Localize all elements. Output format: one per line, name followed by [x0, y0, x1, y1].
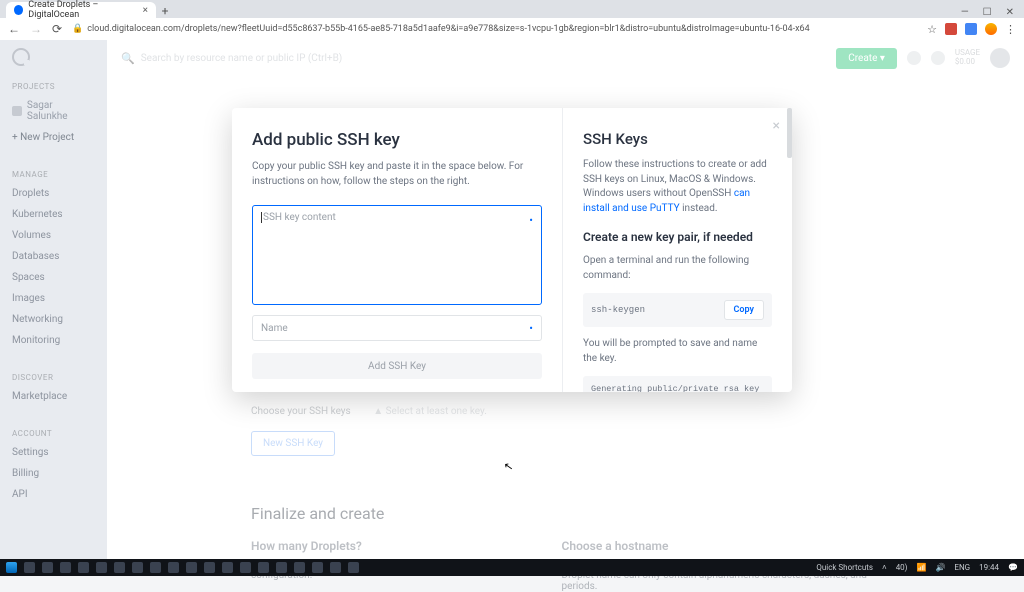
- sidebar-item-billing[interactable]: Billing: [0, 463, 107, 484]
- browser-tab[interactable]: Create Droplets – DigitalOcean ×: [6, 2, 156, 18]
- app-icon[interactable]: [168, 562, 179, 573]
- modal-title: Add public SSH key: [252, 130, 542, 150]
- favicon-icon: [14, 5, 23, 15]
- app-icon[interactable]: [312, 562, 323, 573]
- sidebar-item-databases[interactable]: Databases: [0, 246, 107, 267]
- sidebar-item-marketplace[interactable]: Marketplace: [0, 386, 107, 407]
- sidebar-item-networking[interactable]: Networking: [0, 309, 107, 330]
- sidebar: PROJECTS Sagar Salunkhe + New Project MA…: [0, 40, 107, 559]
- tray-net[interactable]: 40): [896, 563, 908, 572]
- help-text-2: Open a terminal and run the following co…: [583, 254, 772, 283]
- close-icon[interactable]: ×: [143, 5, 148, 16]
- new-project-button[interactable]: + New Project: [0, 127, 107, 148]
- help-text: Follow these instructions to create or a…: [583, 158, 772, 216]
- code-text: ssh-keygen: [591, 305, 645, 315]
- sidebar-item-spaces[interactable]: Spaces: [0, 267, 107, 288]
- window-close-icon[interactable]: ✕: [1006, 7, 1014, 18]
- ssh-key-name-input[interactable]: Name •: [252, 315, 542, 341]
- sidebar-section-discover: DISCOVER: [0, 369, 107, 386]
- logo-icon[interactable]: [12, 48, 30, 66]
- sidebar-section-account: ACCOUNT: [0, 425, 107, 442]
- app-icon[interactable]: [258, 562, 269, 573]
- task-view-icon[interactable]: [60, 562, 71, 573]
- cortana-icon[interactable]: [42, 562, 53, 573]
- app-icon[interactable]: [78, 562, 89, 573]
- sidebar-item-volumes[interactable]: Volumes: [0, 225, 107, 246]
- cursor-icon: ↖: [503, 459, 514, 473]
- tray-lang[interactable]: ENG: [954, 563, 970, 572]
- tab-title: Create Droplets – DigitalOcean: [28, 0, 142, 20]
- ssh-key-textarea[interactable]: SSH key content •: [252, 205, 542, 305]
- tray-wifi-icon[interactable]: 📶: [916, 563, 926, 572]
- windows-taskbar: Quick Shortcuts ˄ 40) 📶 🔊 ENG 19:44 💬: [0, 559, 1024, 576]
- url-text: cloud.digitalocean.com/droplets/new?flee…: [87, 24, 809, 34]
- app-icon[interactable]: [240, 562, 251, 573]
- quick-shortcuts[interactable]: Quick Shortcuts: [816, 563, 873, 572]
- lock-icon: 🔒: [72, 24, 83, 34]
- modal-subtitle: Copy your public SSH key and paste it in…: [252, 160, 542, 189]
- menu-icon[interactable]: ⋮: [1005, 23, 1016, 36]
- help-text-3: You will be prompted to save and name th…: [583, 337, 772, 366]
- tray-notifications-icon[interactable]: 💬: [1008, 563, 1018, 572]
- profile-avatar-icon[interactable]: [985, 23, 997, 35]
- reload-button[interactable]: ⟳: [52, 22, 62, 36]
- window-maximize-icon[interactable]: ☐: [983, 7, 992, 18]
- tray-time[interactable]: 19:44: [979, 563, 999, 572]
- extension-icon[interactable]: [945, 23, 957, 35]
- tray-volume-icon[interactable]: 🔊: [935, 563, 945, 572]
- sidebar-item-kubernetes[interactable]: Kubernetes: [0, 204, 107, 225]
- code-snippet: ssh-keygen Copy: [583, 293, 772, 327]
- new-tab-button[interactable]: +: [156, 4, 174, 18]
- tray-chevron-icon[interactable]: ˄: [882, 563, 887, 572]
- extension-icon[interactable]: [965, 23, 977, 35]
- help-title: SSH Keys: [583, 130, 772, 148]
- add-ssh-key-button[interactable]: Add SSH Key: [252, 353, 542, 379]
- app-icon[interactable]: [330, 562, 341, 573]
- address-bar[interactable]: 🔒 cloud.digitalocean.com/droplets/new?fl…: [72, 24, 917, 34]
- sidebar-item-api[interactable]: API: [0, 484, 107, 505]
- required-indicator: •: [529, 322, 533, 335]
- app-icon[interactable]: [132, 562, 143, 573]
- back-button[interactable]: ←: [8, 22, 20, 36]
- code-output: Generating public/private rsa key pair. …: [583, 376, 772, 392]
- required-indicator: •: [529, 214, 533, 227]
- sidebar-item-images[interactable]: Images: [0, 288, 107, 309]
- project-icon: [12, 106, 22, 116]
- sidebar-item-settings[interactable]: Settings: [0, 442, 107, 463]
- app-icon[interactable]: [294, 562, 305, 573]
- sidebar-item-droplets[interactable]: Droplets: [0, 183, 107, 204]
- sidebar-project[interactable]: Sagar Salunkhe: [0, 95, 107, 127]
- app-icon[interactable]: [276, 562, 287, 573]
- search-taskbar-icon[interactable]: [24, 562, 35, 573]
- start-button[interactable]: [6, 562, 17, 573]
- help-subheading: Create a new key pair, if needed: [583, 230, 772, 244]
- app-icon[interactable]: [114, 562, 125, 573]
- window-minimize-icon[interactable]: —: [961, 7, 969, 18]
- ssh-key-modal: × Add public SSH key Copy your public SS…: [232, 108, 792, 392]
- sidebar-section-projects: PROJECTS: [0, 78, 107, 95]
- copy-button[interactable]: Copy: [724, 300, 764, 320]
- forward-button[interactable]: →: [30, 22, 42, 36]
- app-icon[interactable]: [186, 562, 197, 573]
- sidebar-section-manage: MANAGE: [0, 166, 107, 183]
- modal-scrollbar[interactable]: [787, 108, 792, 158]
- sidebar-item-monitoring[interactable]: Monitoring: [0, 330, 107, 351]
- app-icon[interactable]: [204, 562, 215, 573]
- app-icon[interactable]: [348, 562, 359, 573]
- app-icon[interactable]: [96, 562, 107, 573]
- app-icon[interactable]: [150, 562, 161, 573]
- star-icon[interactable]: ☆: [927, 23, 937, 36]
- app-icon[interactable]: [222, 562, 233, 573]
